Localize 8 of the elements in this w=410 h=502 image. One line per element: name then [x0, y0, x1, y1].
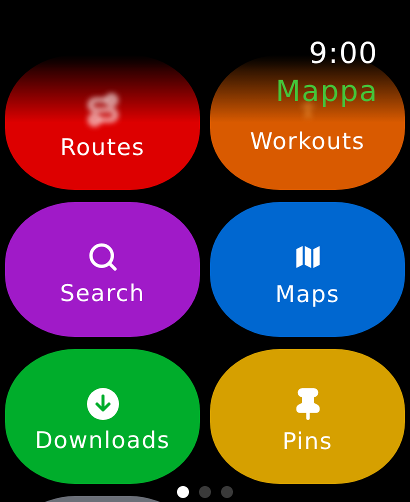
search-icon — [86, 240, 118, 272]
menu-tile[interactable]: Routes — [5, 55, 200, 190]
app-title: Mappa — [276, 74, 378, 108]
route-icon — [86, 92, 120, 126]
menu-tile[interactable]: Maps — [210, 202, 405, 337]
menu-tile[interactable]: Search — [5, 202, 200, 337]
download-icon — [86, 388, 118, 420]
menu-tile[interactable]: Downloads — [5, 349, 200, 484]
